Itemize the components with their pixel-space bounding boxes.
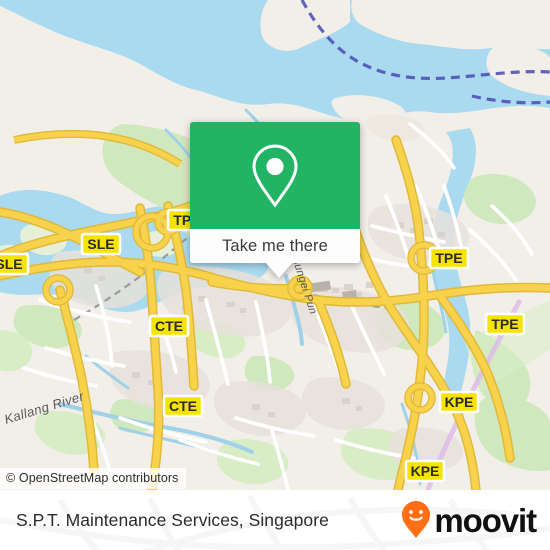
moovit-wordmark: moovit xyxy=(434,501,537,539)
bottom-info-bar: S.P.T. Maintenance Services, Singapore m… xyxy=(0,490,550,550)
highway-shield-kpe-1: KPE xyxy=(438,390,480,414)
svg-text:KPE: KPE xyxy=(445,394,474,410)
take-me-there-label: Take me there xyxy=(222,236,328,255)
highway-shield-tpe-3: TPE xyxy=(484,312,526,336)
highway-shield-sle-1: SLE xyxy=(80,232,122,256)
take-me-there-button[interactable]: Take me there xyxy=(190,229,360,263)
svg-text:TPE: TPE xyxy=(435,250,462,266)
location-callout-card[interactable]: Take me there xyxy=(190,122,360,278)
highway-shield-sle-2: SLE xyxy=(0,252,30,276)
callout-header xyxy=(190,122,360,229)
highway-shield-kpe-2: KPE xyxy=(404,459,446,483)
callout-pointer xyxy=(265,262,293,278)
map-attribution[interactable]: © OpenStreetMap contributors xyxy=(0,468,186,489)
svg-text:SLE: SLE xyxy=(0,256,23,272)
svg-text:CTE: CTE xyxy=(155,318,183,334)
svg-text:CTE: CTE xyxy=(169,398,197,414)
highway-shield-cte-1: CTE xyxy=(148,314,190,338)
moovit-smiley-pin-icon xyxy=(402,501,431,538)
highway-shield-cte-2: CTE xyxy=(162,394,204,418)
svg-text:KPE: KPE xyxy=(411,463,440,479)
highway-shield-tpe-2: TPE xyxy=(428,246,470,270)
map-screenshot: Kallang River Sungei Pun SLE SLE TPE TPE… xyxy=(0,0,550,550)
moovit-logo[interactable]: moovit xyxy=(401,490,537,550)
place-title: S.P.T. Maintenance Services, Singapore xyxy=(16,509,329,530)
svg-text:TPE: TPE xyxy=(491,316,518,332)
svg-text:SLE: SLE xyxy=(87,236,114,252)
map-pin-icon xyxy=(252,143,298,208)
